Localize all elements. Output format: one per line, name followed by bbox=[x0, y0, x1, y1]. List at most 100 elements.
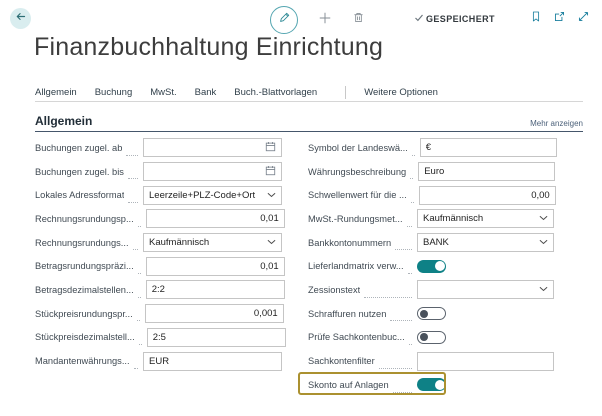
select-input-rechnungsrundungs[interactable]: Kaufmännisch bbox=[143, 233, 282, 252]
date-input-buchungen-zugel-bis[interactable] bbox=[143, 162, 282, 181]
field-value: 0,00 bbox=[425, 190, 550, 201]
edit-button[interactable] bbox=[270, 6, 298, 34]
tab-divider bbox=[345, 86, 346, 99]
tab-buchung[interactable]: Buchung bbox=[95, 87, 133, 98]
toggle-switch-skonto-auf-anlagen[interactable] bbox=[417, 378, 446, 391]
check-icon bbox=[414, 13, 426, 25]
toggle-switch-lieferlandmatrix-verw[interactable] bbox=[417, 260, 446, 273]
expand-button[interactable] bbox=[577, 10, 590, 28]
more-options-menu[interactable]: Weitere Optionen bbox=[364, 87, 438, 98]
expand-diagonal-arrows-icon bbox=[577, 10, 590, 28]
field-control: Euro bbox=[418, 162, 555, 181]
field-value: Kaufmännisch bbox=[149, 237, 267, 248]
field-row-stückpreisdezimalstell: Stückpreisdezimalstell...2:5 bbox=[35, 326, 282, 350]
field-control: Leerzeile+PLZ-Code+Ort bbox=[143, 186, 282, 205]
select-input-lokales-adressformat[interactable]: Leerzeile+PLZ-Code+Ort bbox=[143, 186, 282, 205]
field-label: Schwellenwert für die ... bbox=[308, 190, 407, 200]
field-value: € bbox=[426, 142, 551, 153]
open-window-button[interactable] bbox=[553, 10, 566, 28]
text-input-mandantenwährungs[interactable]: EUR bbox=[143, 352, 282, 371]
calendar-icon[interactable] bbox=[265, 141, 276, 155]
dotted-leader bbox=[408, 262, 412, 274]
field-label: Prüfe Sachkontenbuc... bbox=[308, 332, 405, 342]
field-label: Rechnungsrundungsp... bbox=[35, 214, 134, 224]
field-control: 0,01 bbox=[146, 209, 285, 228]
saved-label: GESPEICHERT bbox=[426, 14, 495, 24]
open-in-new-window-icon bbox=[553, 10, 566, 28]
toggle-knob bbox=[420, 310, 428, 318]
dotted-leader bbox=[409, 334, 412, 346]
text-input-symbol-der-landeswä[interactable]: € bbox=[420, 138, 557, 157]
bookmark-button[interactable] bbox=[530, 10, 542, 28]
field-control: € bbox=[420, 138, 557, 157]
text-input-stückpreisrundungspr[interactable]: 0,001 bbox=[145, 304, 284, 323]
tab-allgemein[interactable]: Allgemein bbox=[35, 87, 77, 98]
toggle-control bbox=[417, 375, 554, 394]
field-label: Betragsrundungspräzi... bbox=[35, 261, 134, 271]
toggle-control bbox=[417, 328, 554, 347]
tab-bank[interactable]: Bank bbox=[195, 87, 217, 98]
form-col-right: Symbol der Landeswä...€Währungsbeschreib… bbox=[308, 136, 554, 397]
chevron-down-icon[interactable] bbox=[539, 237, 548, 248]
field-row-bankkontonummern: Bankkontonummern BANK bbox=[308, 231, 554, 255]
select-input-mwst-rundungsmet[interactable]: Kaufmännisch bbox=[417, 209, 554, 228]
dotted-leader bbox=[128, 191, 138, 203]
toggle-control bbox=[417, 257, 554, 276]
text-input-stückpreisdezimalstell[interactable]: 2:5 bbox=[147, 328, 286, 347]
date-input-buchungen-zugel-ab[interactable] bbox=[143, 138, 282, 157]
select-input-bankkontonummern[interactable]: BANK bbox=[417, 233, 554, 252]
field-value: Kaufmännisch bbox=[423, 213, 539, 224]
section-title: Allgemein bbox=[35, 114, 92, 128]
text-input-sachkontenfilter[interactable] bbox=[417, 352, 554, 371]
dotted-leader bbox=[138, 286, 141, 298]
toggle-switch-schraffuren-nutzen[interactable] bbox=[417, 307, 446, 320]
dotted-leader bbox=[379, 357, 412, 369]
section-header-allgemein: Allgemein Mehr anzeigen bbox=[35, 108, 583, 132]
chevron-down-icon[interactable] bbox=[539, 284, 548, 295]
new-button[interactable] bbox=[318, 11, 332, 30]
dotted-leader bbox=[411, 191, 414, 203]
pencil-icon bbox=[278, 11, 291, 29]
field-label: Symbol der Landeswä... bbox=[308, 143, 408, 153]
field-label: Betragsdezimalstellen... bbox=[35, 285, 134, 295]
field-control: 2:2 bbox=[146, 280, 285, 299]
page-utility-icons bbox=[519, 10, 590, 28]
tab-buch-blattvorlagen[interactable]: Buch.-Blattvorlagen bbox=[234, 87, 317, 98]
dotted-leader bbox=[137, 310, 140, 322]
field-value: Leerzeile+PLZ-Code+Ort bbox=[149, 190, 267, 201]
text-input-betragsrundungspräzi[interactable]: 0,01 bbox=[146, 257, 285, 276]
page-title: Finanzbuchhaltung Einrichtung bbox=[34, 33, 383, 62]
calendar-icon[interactable] bbox=[265, 165, 276, 179]
text-input-schwellenwert-für-die[interactable]: 0,00 bbox=[419, 186, 556, 205]
field-row-buchungen-zugel-ab: Buchungen zugel. ab bbox=[35, 136, 282, 160]
field-row-lokales-adressformat: Lokales AdressformatLeerzeile+PLZ-Code+O… bbox=[35, 183, 282, 207]
field-label: Stückpreisdezimalstell... bbox=[35, 332, 135, 342]
chevron-down-icon[interactable] bbox=[267, 190, 276, 201]
field-row-rechnungsrundungs: Rechnungsrundungs...Kaufmännisch bbox=[35, 231, 282, 255]
tab-mwst[interactable]: MwSt. bbox=[150, 87, 176, 98]
text-input-währungsbeschreibung[interactable]: Euro bbox=[418, 162, 555, 181]
field-row-skonto-auf-anlagen: Skonto auf Anlagen bbox=[308, 373, 554, 397]
dotted-leader bbox=[407, 215, 412, 227]
field-value: Euro bbox=[424, 166, 549, 177]
text-input-rechnungsrundungsp[interactable]: 0,01 bbox=[146, 209, 285, 228]
field-control: 0,00 bbox=[419, 186, 556, 205]
field-control bbox=[417, 280, 554, 299]
chevron-down-icon[interactable] bbox=[267, 237, 276, 248]
dotted-leader bbox=[138, 215, 141, 227]
field-control: 0,001 bbox=[145, 304, 284, 323]
text-input-betragsdezimalstellen[interactable]: 2:2 bbox=[146, 280, 285, 299]
dotted-leader bbox=[393, 381, 412, 393]
dotted-leader bbox=[138, 262, 141, 274]
field-control: Kaufmännisch bbox=[143, 233, 282, 252]
delete-button[interactable] bbox=[352, 11, 365, 29]
chevron-down-icon[interactable] bbox=[539, 213, 548, 224]
dotted-leader bbox=[139, 334, 142, 346]
back-button[interactable] bbox=[10, 8, 31, 29]
select-input-zessionstext[interactable] bbox=[417, 280, 554, 299]
toggle-switch-prüfe-sachkontenbuc[interactable] bbox=[417, 331, 446, 344]
field-value: BANK bbox=[423, 237, 539, 248]
field-label: Bankkontonummern bbox=[308, 238, 391, 248]
show-more-link[interactable]: Mehr anzeigen bbox=[530, 119, 583, 128]
plus-icon bbox=[318, 11, 332, 30]
